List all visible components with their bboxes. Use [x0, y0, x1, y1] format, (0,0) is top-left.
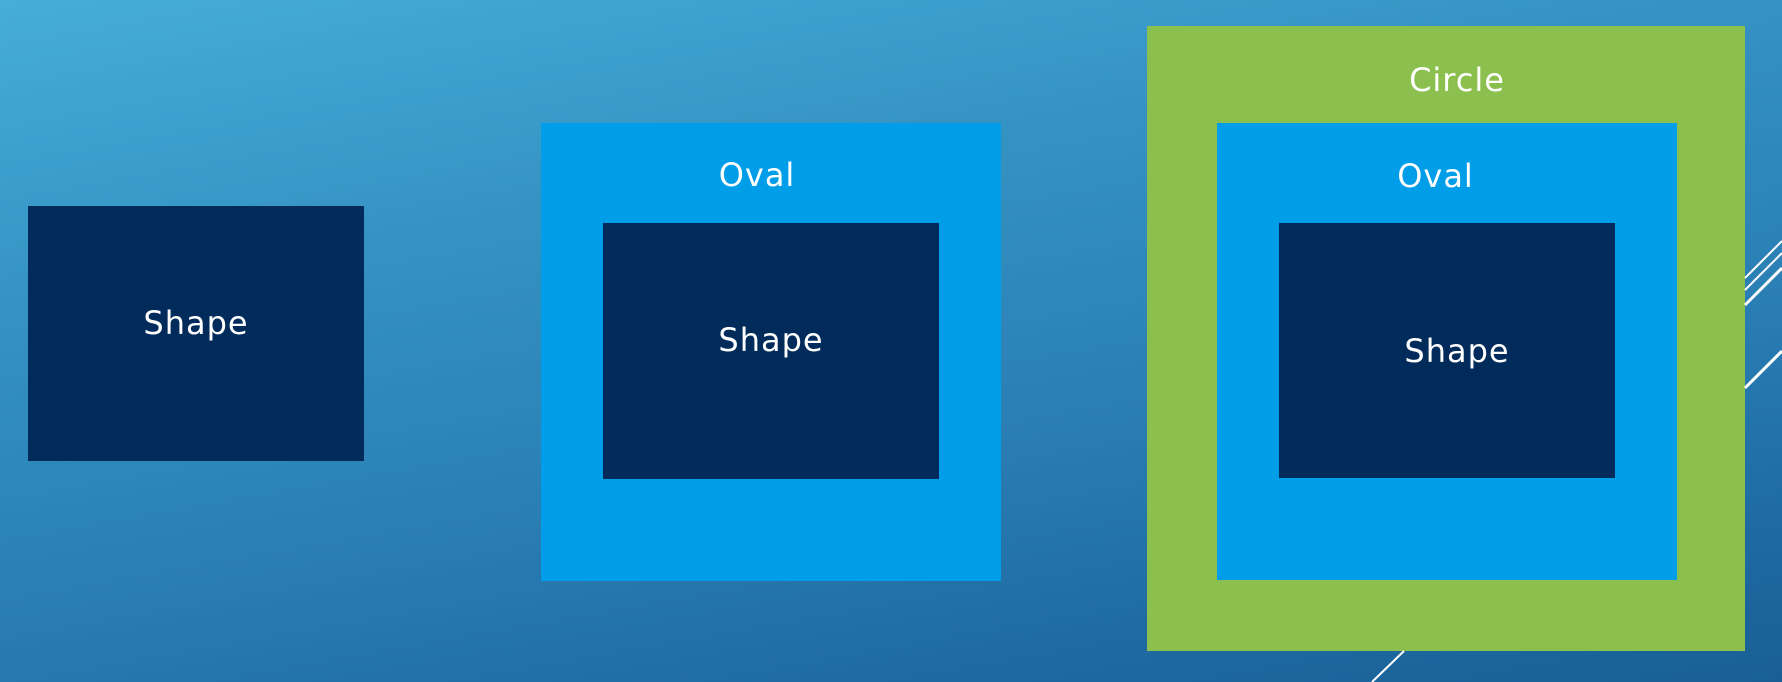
slide-canvas: Shape Oval Shape Circle Oval Shape: [0, 0, 1782, 682]
deco-line-4: [1743, 349, 1782, 390]
decorative-lines: [1371, 240, 1782, 682]
deco-line-5: [1371, 650, 1405, 682]
